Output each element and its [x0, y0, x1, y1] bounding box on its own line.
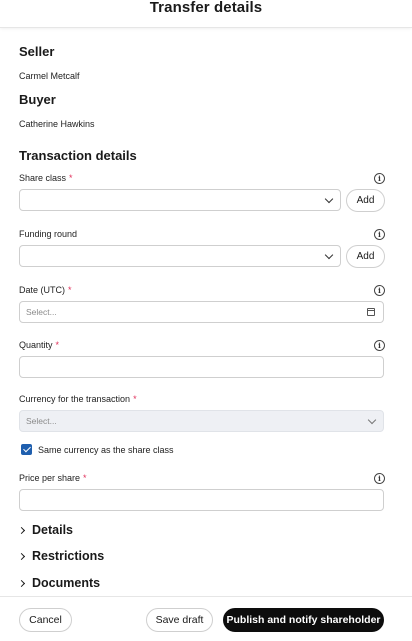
chevron-down-icon — [367, 415, 377, 425]
price-per-share-input[interactable] — [19, 489, 384, 511]
price-per-share-info-icon[interactable]: i — [374, 473, 385, 484]
quantity-input[interactable] — [19, 356, 384, 378]
required-marker: * — [55, 340, 60, 350]
currency-placeholder: Select... — [26, 416, 57, 426]
header: Transfer details — [0, 0, 412, 28]
share-class-info-icon[interactable]: i — [374, 173, 385, 184]
seller-name: Carmel Metcalf — [19, 71, 80, 81]
quantity-label: Quantity * — [19, 340, 60, 350]
buyer-heading: Buyer — [19, 92, 56, 107]
quantity-info-icon[interactable]: i — [374, 340, 385, 351]
date-placeholder: Select... — [26, 307, 57, 317]
price-per-share-label: Price per share * — [19, 473, 87, 483]
share-class-select[interactable] — [19, 189, 341, 211]
chevron-right-icon — [17, 526, 26, 535]
date-label: Date (UTC) * — [19, 285, 72, 295]
restrictions-section-toggle[interactable]: Restrictions — [17, 549, 104, 563]
same-currency-checkbox[interactable] — [21, 444, 32, 455]
footer-actions: Cancel Save draft Publish and notify sha… — [0, 596, 412, 641]
cancel-button[interactable]: Cancel — [19, 608, 72, 632]
funding-round-info-icon[interactable]: i — [374, 229, 385, 240]
currency-label: Currency for the transaction * — [19, 394, 137, 404]
transaction-details-heading: Transaction details — [19, 148, 137, 163]
share-class-label: Share class * — [19, 173, 73, 183]
form-content: Seller Carmel Metcalf Buyer Catherine Ha… — [17, 28, 385, 596]
details-section-toggle[interactable]: Details — [17, 523, 73, 537]
add-funding-round-button[interactable]: Add — [346, 245, 385, 268]
chevron-right-icon — [17, 579, 26, 588]
required-marker: * — [83, 473, 87, 483]
date-info-icon[interactable]: i — [374, 285, 385, 296]
currency-select: Select... — [19, 410, 384, 432]
funding-round-select[interactable] — [19, 245, 341, 267]
chevron-right-icon — [17, 552, 26, 561]
required-marker: * — [68, 285, 72, 295]
calendar-icon — [367, 308, 375, 316]
save-draft-button[interactable]: Save draft — [146, 608, 213, 632]
page-title: Transfer details — [149, 0, 263, 16]
documents-section-toggle[interactable]: Documents — [17, 576, 100, 590]
seller-heading: Seller — [19, 44, 55, 59]
chevron-down-icon — [324, 250, 334, 260]
publish-and-notify-button[interactable]: Publish and notify shareholder — [223, 608, 384, 632]
chevron-down-icon — [324, 194, 334, 204]
buyer-name: Catherine Hawkins — [19, 119, 95, 129]
required-marker: * — [69, 173, 73, 183]
same-currency-label[interactable]: Same currency as the share class — [38, 445, 174, 455]
required-marker: * — [133, 394, 137, 404]
add-share-class-button[interactable]: Add — [346, 189, 385, 212]
funding-round-label: Funding round — [19, 229, 78, 239]
date-picker-input[interactable]: Select... — [19, 301, 384, 323]
